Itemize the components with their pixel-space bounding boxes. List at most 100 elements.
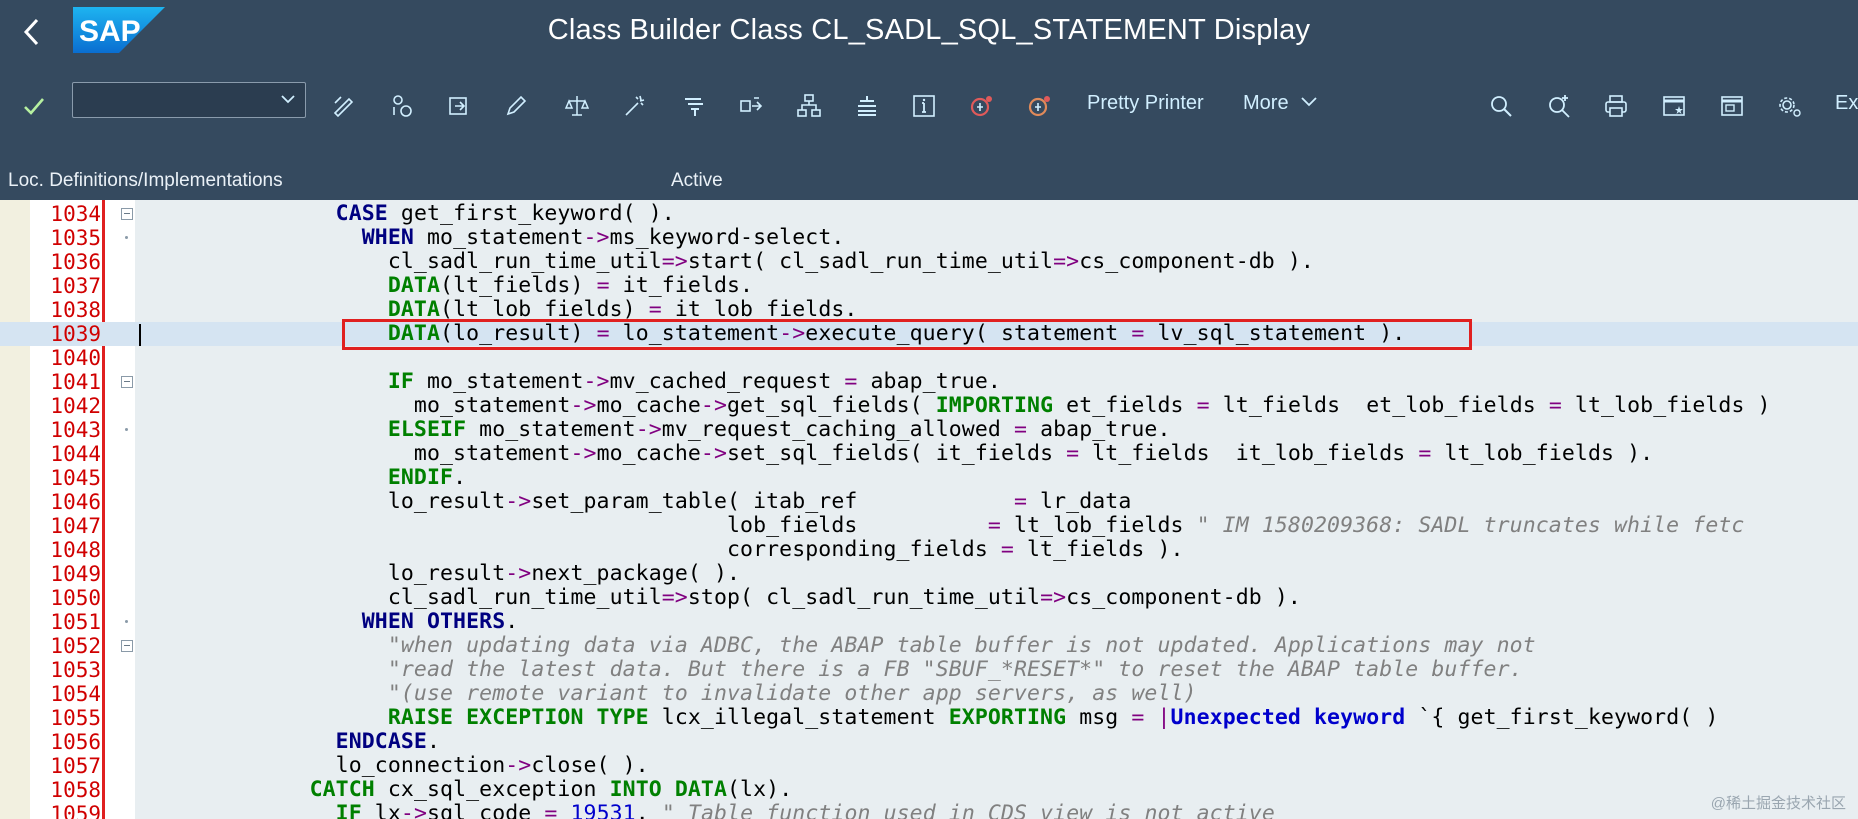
display-change-icon[interactable] (328, 90, 360, 122)
fold-dot (125, 620, 128, 623)
text-cursor (139, 324, 141, 346)
abap-code-editor[interactable]: 1034 CASE get_first_keyword( ). 1035 WHE… (0, 200, 1858, 819)
line-number: 1045 (50, 466, 101, 490)
code-line[interactable]: 1037 DATA(lt_fields) = it_fields. (0, 273, 1858, 299)
code-text: "when updating data via ADBC, the ABAP t… (387, 633, 1536, 658)
line-number: 1049 (50, 562, 101, 586)
stack-icon[interactable] (851, 90, 883, 122)
breakpoint-icon[interactable] (966, 90, 998, 122)
code-line[interactable]: 1052 "when updating data via ADBC, the A… (0, 633, 1858, 659)
code-text: IF mo_statement->mv_cached_request = aba… (387, 369, 1001, 394)
hierarchy-icon[interactable] (793, 90, 825, 122)
code-text: "(use remote variant to invalidate other… (387, 681, 1197, 706)
code-line[interactable]: 1034 CASE get_first_keyword( ). (0, 202, 1858, 227)
edit-icon[interactable] (500, 90, 532, 122)
line-number: 1052 (50, 634, 101, 658)
code-text: corresponding_fields = lt_fields ). (140, 537, 1184, 562)
code-text: lo_result->set_param_table( itab_ref = l… (140, 489, 1132, 514)
line-number: 1037 (50, 274, 101, 298)
code-line[interactable]: 1055 RAISE EXCEPTION TYPE lcx_illegal_st… (0, 705, 1858, 731)
code-line[interactable]: 1042 mo_statement->mo_cache->get_sql_fie… (0, 393, 1858, 419)
line-number: 1058 (50, 778, 101, 802)
code-line[interactable]: 1045 ENDIF. (0, 466, 1858, 491)
shell-title-bar: SAP Class Builder Class CL_SADL_SQL_STAT… (0, 0, 1858, 64)
highlight-annotation-box (342, 319, 1472, 350)
line-number: 1048 (50, 538, 101, 562)
other-object-icon[interactable] (386, 90, 418, 122)
code-line[interactable]: 1047 lob_fields = lt_lob_fields " IM 158… (0, 514, 1858, 539)
collapse-icon[interactable] (121, 376, 133, 388)
line-number: 1038 (50, 298, 101, 322)
collapse-icon[interactable] (121, 208, 133, 220)
code-line[interactable]: 1054 "(use remote variant to invalidate … (0, 681, 1858, 707)
line-number: 1056 (50, 730, 101, 754)
code-text: "read the latest data. But there is a FB… (387, 657, 1523, 682)
code-text: cl_sadl_run_time_util=>start( cl_sadl_ru… (140, 249, 1314, 274)
code-line[interactable]: 1059 IF lx->sql_code = 19531. " Table fu… (0, 802, 1858, 819)
code-line[interactable]: 1053 "read the latest data. But there is… (0, 657, 1858, 683)
line-number: 1046 (50, 490, 101, 514)
print-icon[interactable] (1600, 90, 1632, 122)
code-line[interactable]: 1051 WHEN OTHERS. (0, 609, 1858, 635)
code-line[interactable]: 1050 cl_sadl_run_time_util=>stop( cl_sad… (0, 586, 1858, 611)
code-line[interactable]: 1036 cl_sadl_run_time_util=>start( cl_sa… (0, 249, 1858, 275)
where-used-icon[interactable] (678, 90, 710, 122)
line-number: 1035 (50, 226, 101, 250)
code-text: CATCH cx_sql_exception INTO DATA(lx). (309, 777, 793, 802)
code-line[interactable]: 1056 ENDCASE. (0, 730, 1858, 755)
code-line[interactable]: 1043 ELSEIF mo_statement->mv_request_cac… (0, 417, 1858, 443)
more-label: More (1243, 92, 1289, 114)
check-syntax-icon[interactable] (561, 90, 593, 122)
line-number: 1055 (50, 706, 101, 730)
code-line[interactable]: 1044 mo_statement->mo_cache->set_sql_fie… (0, 441, 1858, 467)
session-breakpoint-icon[interactable] (1024, 90, 1056, 122)
code-text: lo_result->next_package( ). (140, 561, 741, 586)
activate-icon[interactable] (443, 90, 475, 122)
line-number: 1041 (50, 370, 101, 394)
magic-wand-icon[interactable] (619, 90, 651, 122)
search-next-icon[interactable] (1543, 90, 1575, 122)
code-text: mo_statement->mo_cache->get_sql_fields( … (140, 393, 1771, 418)
code-line[interactable]: 1049 lo_result->next_package( ). (0, 561, 1858, 587)
code-text: mo_statement->mo_cache->set_sql_fields( … (140, 441, 1654, 466)
code-text: IF lx->sql_code = 19531. " Table functio… (335, 801, 1275, 819)
navigate-icon[interactable] (735, 90, 767, 122)
code-line[interactable]: 1046 lo_result->set_param_table( itab_re… (0, 489, 1858, 515)
exit-button[interactable]: Ex (1835, 92, 1858, 115)
more-menu-button[interactable]: More (1243, 92, 1318, 115)
application-toolbar: Pretty Printer More Ex (0, 64, 1858, 146)
chevron-down-icon (1301, 97, 1317, 107)
pretty-printer-button[interactable]: Pretty Printer (1087, 92, 1204, 115)
code-text: lo_connection->close( ). (140, 753, 649, 778)
line-number: 1044 (50, 442, 101, 466)
watermark-text: @稀土掘金技术社区 (1710, 795, 1846, 812)
line-number: 1050 (50, 586, 101, 610)
status-label: Active (671, 170, 723, 191)
code-text: ELSEIF mo_statement->mv_request_caching_… (387, 417, 1171, 442)
settings-icon[interactable] (1774, 90, 1806, 122)
line-number: 1040 (50, 346, 101, 370)
line-number: 1051 (50, 610, 101, 634)
search-icon[interactable] (1485, 90, 1517, 122)
page-title: Class Builder Class CL_SADL_SQL_STATEMEN… (547, 14, 1311, 46)
code-text: RAISE EXCEPTION TYPE lcx_illegal_stateme… (387, 705, 1719, 730)
code-line[interactable]: 1058 CATCH cx_sql_exception INTO DATA(lx… (0, 777, 1858, 803)
code-text: WHEN mo_statement->ms_keyword-select. (361, 225, 845, 250)
chevron-down-icon[interactable] (279, 90, 297, 113)
check-icon[interactable] (18, 90, 50, 122)
code-text: WHEN OTHERS. (361, 609, 519, 634)
line-number: 1034 (50, 202, 101, 226)
code-line[interactable]: 1057 lo_connection->close( ). (0, 753, 1858, 779)
line-number: 1036 (50, 250, 101, 274)
code-line[interactable]: 1041 IF mo_statement->mv_cached_request … (0, 369, 1858, 395)
command-field[interactable] (72, 82, 306, 118)
code-line[interactable]: 1035 WHEN mo_statement->ms_keyword-selec… (0, 225, 1858, 251)
info-icon[interactable] (908, 90, 940, 122)
create-session-icon[interactable] (1658, 90, 1690, 122)
collapse-icon[interactable] (121, 640, 133, 652)
code-line[interactable]: 1048 corresponding_fields = lt_fields ). (0, 537, 1858, 563)
code-text: DATA(lt_fields) = it_fields. (387, 273, 754, 298)
window-icon[interactable] (1716, 90, 1748, 122)
editor-info-bar: Loc. Definitions/Implementations Active (0, 146, 1858, 200)
line-number: 1042 (50, 394, 101, 418)
